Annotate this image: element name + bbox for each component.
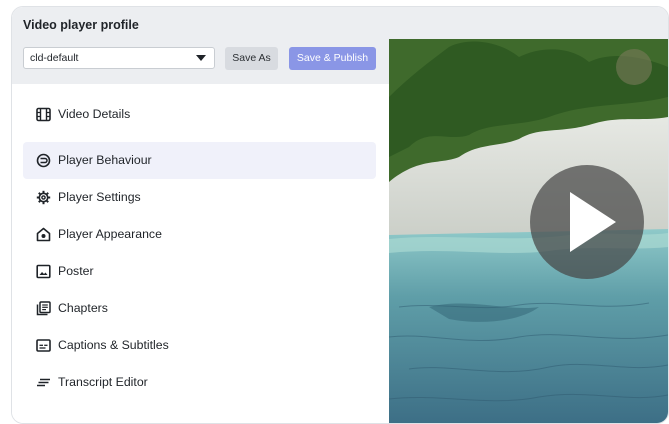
menu-item-player-behaviour[interactable]: Player Behaviour (23, 142, 376, 179)
settings-panel: Video player profile cld-default Save As… (12, 7, 389, 423)
menu-item-player-appearance[interactable]: Player Appearance (23, 216, 376, 253)
menu-item-label: Poster (58, 264, 94, 278)
menu-item-label: Chapters (58, 301, 108, 315)
menu-item-label: Video Details (58, 107, 131, 121)
menu-item-label: Player Settings (58, 190, 141, 204)
player-behaviour-icon (36, 153, 51, 168)
captions-icon (36, 338, 51, 353)
chevron-down-icon (196, 55, 206, 61)
menu-item-transcript-editor[interactable]: Transcript Editor (23, 364, 376, 401)
image-icon (36, 264, 51, 279)
menu-item-label: Player Appearance (58, 227, 162, 241)
appearance-icon (36, 227, 51, 242)
profile-select[interactable]: cld-default (23, 47, 215, 69)
panel-header: Video player profile cld-default Save As… (12, 7, 389, 84)
video-preview[interactable] (389, 7, 668, 423)
chapters-icon (36, 301, 51, 316)
menu-item-captions-subtitles[interactable]: Captions & Subtitles (23, 327, 376, 364)
play-icon[interactable] (530, 165, 644, 279)
save-as-button[interactable]: Save As (225, 47, 278, 70)
film-icon (36, 107, 51, 122)
transcript-icon (36, 375, 51, 390)
menu-item-player-settings[interactable]: Player Settings (23, 179, 376, 216)
menu-item-label: Transcript Editor (58, 375, 148, 389)
menu-item-label: Player Behaviour (58, 153, 152, 167)
menu-item-chapters[interactable]: Chapters (23, 290, 376, 327)
play-triangle (570, 192, 616, 252)
profile-select-value: cld-default (30, 52, 79, 64)
gear-icon (36, 190, 51, 205)
save-publish-button[interactable]: Save & Publish (289, 47, 376, 70)
menu-item-poster[interactable]: Poster (23, 253, 376, 290)
menu-item-video-details[interactable]: Video Details (23, 96, 376, 133)
menu-item-label: Captions & Subtitles (58, 338, 169, 352)
player-profile-editor: Video player profile cld-default Save As… (11, 6, 669, 424)
panel-title: Video player profile (23, 18, 139, 32)
